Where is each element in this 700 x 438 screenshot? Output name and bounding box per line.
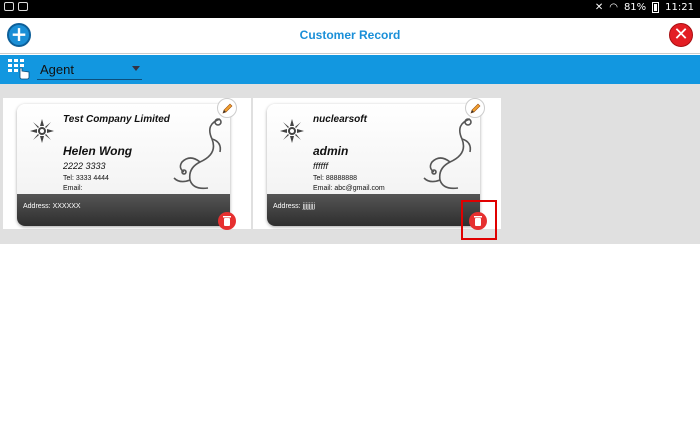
card-address-band: Address: jjjjjjjj	[267, 194, 480, 226]
battery-icon	[652, 2, 660, 13]
card-email: Email: abc@gmail.com	[313, 185, 385, 192]
card-phone: ffffff	[313, 161, 329, 171]
swirl-ornament-icon	[423, 118, 472, 190]
touch-grid-icon[interactable]	[7, 58, 31, 80]
flower-logo-icon	[30, 119, 54, 143]
battery-percent: 81%	[623, 2, 647, 13]
card-list: Test Company Limited Helen Wong 2222 333…	[0, 84, 700, 244]
card-address-band: Address: XXXXXX	[17, 194, 230, 226]
chevron-down-icon	[132, 66, 140, 71]
title-bar: + Customer Record ✕	[0, 18, 700, 54]
trash-icon	[223, 216, 231, 226]
gallery-icon	[4, 2, 14, 11]
card-address: Address: jjjjjjjj	[273, 203, 316, 210]
status-right: ✕ ◠ 81% 11:21	[595, 2, 694, 13]
swirl-ornament-icon	[173, 118, 222, 190]
highlight-box	[461, 200, 497, 240]
mute-icon: ✕	[594, 2, 604, 13]
card-email: Email:	[63, 185, 83, 192]
card-phone: 2222 3333	[63, 161, 106, 171]
filter-bar: Agent	[0, 55, 700, 84]
card-tel: Tel: 3333 4444	[63, 175, 109, 182]
edit-button[interactable]	[465, 98, 485, 118]
chat-icon	[18, 2, 28, 11]
card-tel: Tel: 88888888	[313, 175, 357, 182]
flower-logo-icon	[280, 119, 304, 143]
wifi-icon: ◠	[609, 2, 618, 13]
card-name: admin	[313, 144, 349, 158]
delete-button[interactable]	[218, 212, 236, 230]
business-card[interactable]: Test Company Limited Helen Wong 2222 333…	[17, 104, 230, 226]
pencil-icon	[222, 103, 233, 114]
role-select-value: Agent	[40, 62, 74, 77]
close-button[interactable]: ✕	[669, 23, 693, 47]
notification-icons	[4, 2, 28, 11]
clock: 11:21	[665, 2, 694, 13]
card-name: Helen Wong	[63, 144, 133, 158]
card-company: Test Company Limited	[63, 114, 170, 125]
page-title: Customer Record	[299, 28, 401, 42]
status-bar: ✕ ◠ 81% 11:21	[0, 0, 700, 18]
card-address: Address: XXXXXX	[23, 203, 81, 210]
edit-button[interactable]	[217, 98, 237, 118]
role-select[interactable]: Agent	[37, 59, 142, 80]
card-company: nuclearsoft	[313, 114, 367, 125]
customer-card[interactable]: Test Company Limited Helen Wong 2222 333…	[3, 98, 251, 230]
business-card[interactable]: nuclearsoft admin ffffff Tel: 88888888 E…	[267, 104, 480, 226]
pencil-icon	[470, 103, 481, 114]
